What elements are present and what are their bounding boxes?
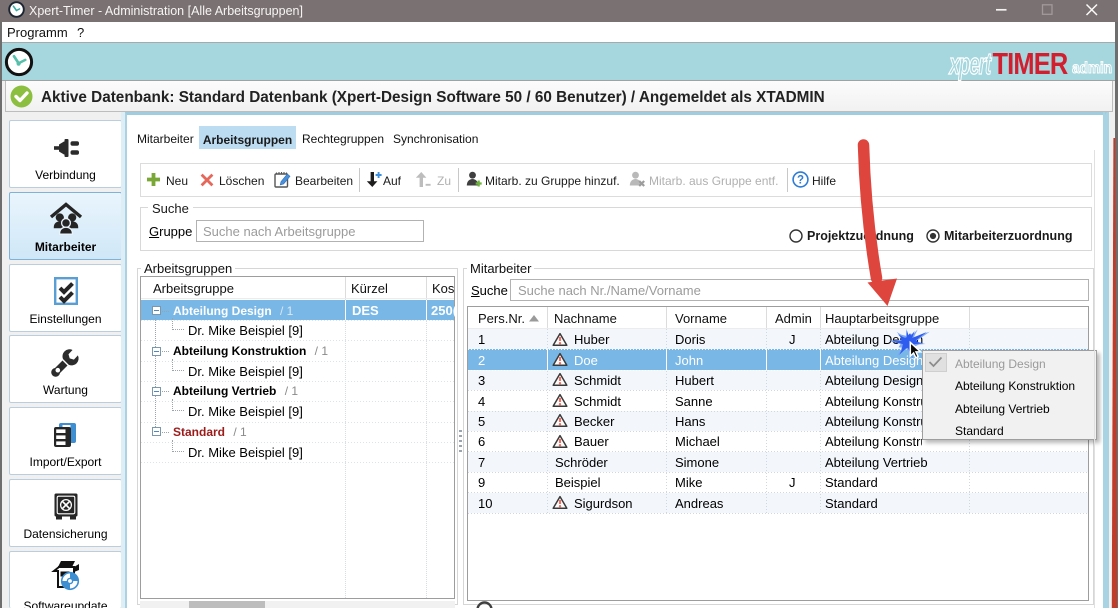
- svg-text:?: ?: [797, 175, 804, 187]
